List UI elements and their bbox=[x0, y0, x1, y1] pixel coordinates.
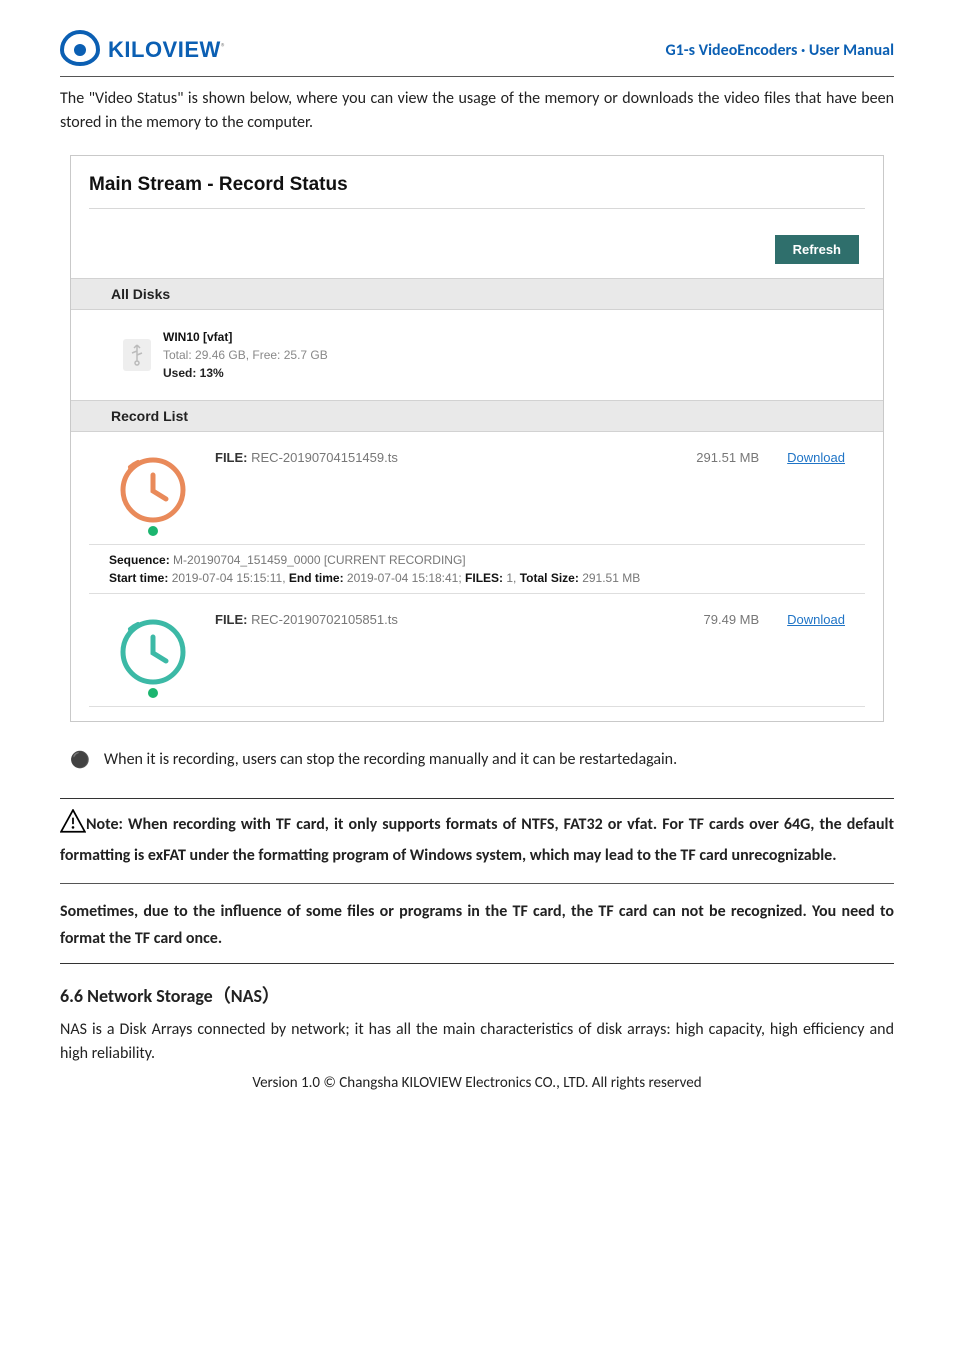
download-link[interactable]: Download bbox=[787, 450, 845, 465]
disk-item[interactable]: WIN10 [vfat] Total: 29.46 GB, Free: 25.7… bbox=[89, 310, 865, 400]
record-thumbnail bbox=[109, 608, 197, 696]
download-link[interactable]: Download bbox=[787, 612, 845, 627]
all-disks-header: All Disks bbox=[71, 278, 883, 310]
refresh-button[interactable]: Refresh bbox=[775, 235, 859, 264]
intro-paragraph: The "Video Status" is shown below, where… bbox=[60, 87, 894, 135]
note-text-2: Sometimes, due to the influence of some … bbox=[60, 898, 894, 952]
bullet-text: When it is recording, users can stop the… bbox=[104, 750, 677, 770]
disk-name: WIN10 [vfat] bbox=[163, 328, 328, 346]
sequence-label: Sequence: bbox=[109, 553, 170, 567]
record-list-header: Record List bbox=[71, 400, 883, 432]
header-divider bbox=[60, 76, 894, 77]
record-item: FILE: REC-20190704151459.ts 291.51 MB Do… bbox=[89, 432, 865, 594]
status-dot-icon bbox=[148, 526, 158, 536]
brand-logo: KILOVIEW® bbox=[60, 30, 226, 70]
sequence-bar: Sequence: M-20190704_151459_0000 [CURREN… bbox=[89, 544, 865, 594]
record-item: FILE: REC-20190702105851.ts 79.49 MB Dow… bbox=[89, 594, 865, 707]
usb-icon bbox=[123, 339, 151, 371]
note-block: Note: When recording with TF card, it on… bbox=[60, 798, 894, 964]
section-heading: 6.6 Network Storage（NAS） bbox=[60, 982, 894, 1008]
status-dot-icon bbox=[148, 688, 158, 698]
page-footer: Version 1.0 © Changsha KILOVIEW Electron… bbox=[60, 1074, 894, 1092]
note-text-1: Note: When recording with TF card, it on… bbox=[60, 815, 894, 865]
bullet-paragraph: ⚫ When it is recording, users can stop t… bbox=[70, 750, 884, 770]
record-status-screenshot: Main Stream - Record Status Refresh All … bbox=[70, 155, 884, 722]
file-size: 291.51 MB bbox=[696, 450, 759, 465]
clock-icon bbox=[118, 455, 188, 525]
file-name: REC-20190704151459.ts bbox=[251, 450, 398, 465]
sequence-value: M-20190704_151459_0000 [CURRENT RECORDIN… bbox=[173, 553, 466, 567]
warning-icon bbox=[60, 809, 86, 842]
panel-title: Main Stream - Record Status bbox=[89, 170, 865, 209]
doc-title: G1-s VideoEncoders · User Manual bbox=[665, 41, 894, 60]
disk-used: Used: 13% bbox=[163, 364, 328, 382]
note-divider bbox=[60, 883, 894, 884]
brand-text: KILOVIEW bbox=[108, 37, 221, 62]
file-name: REC-20190702105851.ts bbox=[251, 612, 398, 627]
page-header: KILOVIEW® G1-s VideoEncoders · User Manu… bbox=[60, 30, 894, 76]
brand-name: KILOVIEW® bbox=[108, 37, 226, 63]
registered-icon: ® bbox=[221, 41, 226, 54]
sequence-times: Start time: 2019-07-04 15:15:11, End tim… bbox=[109, 571, 640, 585]
disk-stats: Total: 29.46 GB, Free: 25.7 GB bbox=[163, 346, 328, 364]
nas-paragraph: NAS is a Disk Arrays connected by networ… bbox=[60, 1018, 894, 1066]
file-label: FILE: bbox=[215, 612, 248, 627]
file-label: FILE: bbox=[215, 450, 248, 465]
logo-icon bbox=[60, 30, 100, 70]
bullet-icon: ⚫ bbox=[70, 750, 90, 770]
clock-icon bbox=[118, 617, 188, 687]
record-thumbnail bbox=[109, 446, 197, 534]
file-size: 79.49 MB bbox=[704, 612, 760, 627]
